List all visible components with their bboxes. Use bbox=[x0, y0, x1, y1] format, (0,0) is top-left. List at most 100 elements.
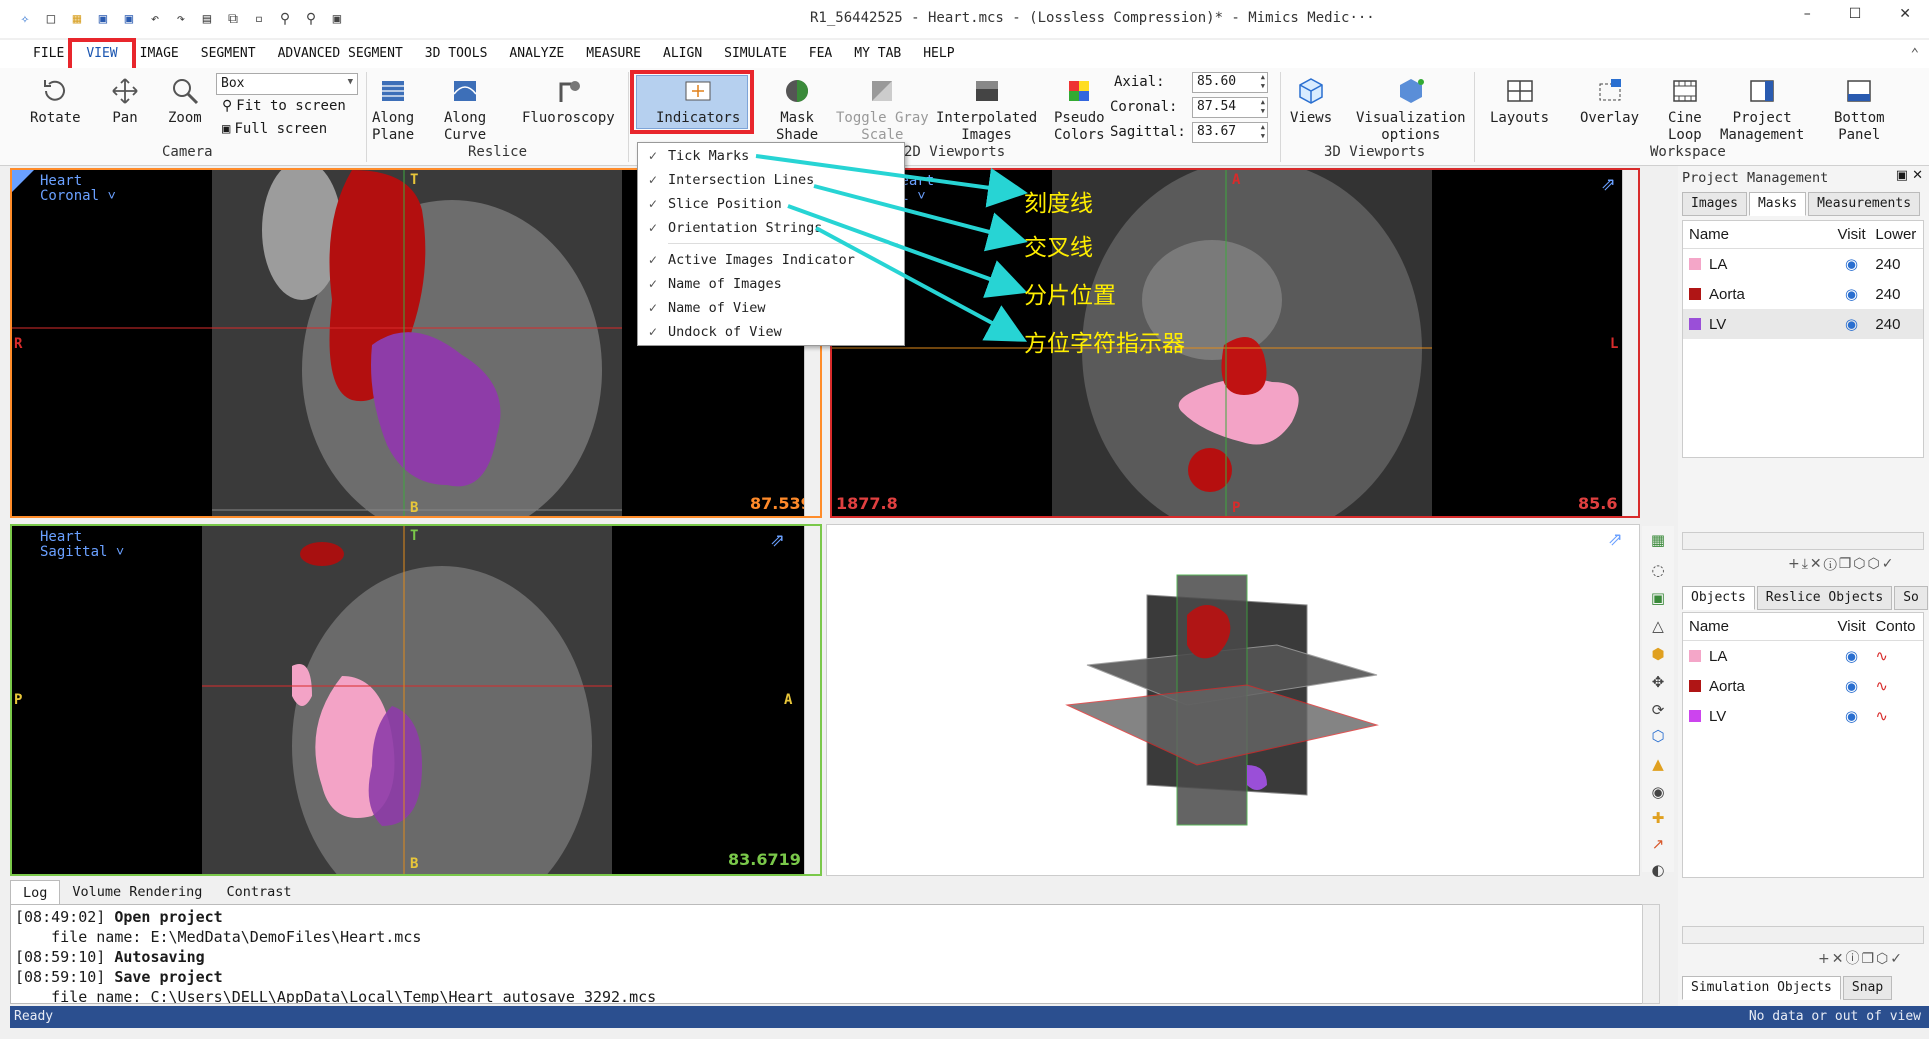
dropdown-item-intersection-lines[interactable]: ✓ Intersection Lines bbox=[638, 169, 904, 191]
menu-fea[interactable]: FEA bbox=[798, 40, 843, 68]
eye-icon[interactable]: ◉ bbox=[1832, 677, 1872, 695]
save-as-icon[interactable]: ▣ bbox=[118, 8, 140, 30]
spin-arrows-icon[interactable]: ▲ ▼ bbox=[1261, 98, 1265, 116]
mask-color-swatch[interactable] bbox=[1689, 258, 1701, 270]
menu-image[interactable]: IMAGE bbox=[129, 40, 190, 68]
table-row[interactable]: LA ◉ 240 bbox=[1683, 249, 1923, 279]
panel-pin-close-icons[interactable]: ▣ ✕ bbox=[1896, 168, 1923, 183]
menu-simulate[interactable]: SIMULATE bbox=[713, 40, 798, 68]
interpolated-images-button[interactable]: Interpolated Images bbox=[936, 76, 1037, 144]
rotate-button[interactable]: Rotate bbox=[30, 76, 81, 127]
table-row[interactable]: LV ◉ ∿ bbox=[1683, 701, 1923, 731]
dropdown-item-slice-position[interactable]: ✓ Slice Position bbox=[638, 193, 904, 215]
redo-icon[interactable]: ↷ bbox=[170, 8, 192, 30]
tab-simulation-objects[interactable]: Simulation Objects bbox=[1682, 976, 1841, 1000]
tab-so[interactable]: So bbox=[1894, 586, 1928, 610]
screenshot-icon[interactable]: ▣ bbox=[326, 8, 348, 30]
tab-masks[interactable]: Masks bbox=[1748, 192, 1807, 216]
dropdown-item-orientation-strings[interactable]: ✓ Orientation Strings bbox=[638, 217, 904, 239]
axial-input[interactable]: 85.60 ▲ ▼ bbox=[1192, 72, 1268, 93]
axial-viewport[interactable]: Heart al ˅ A P L 1877.8 85.6 ⇗ bbox=[830, 168, 1640, 518]
hexagon-icon[interactable]: ⬢ bbox=[1648, 644, 1668, 664]
restore-button[interactable]: ☐ bbox=[1849, 6, 1862, 22]
print-icon[interactable]: ▤ bbox=[196, 8, 218, 30]
menu-advanced-segment[interactable]: ADVANCED SEGMENT bbox=[267, 40, 414, 68]
sagittal-scrollbar[interactable] bbox=[804, 526, 820, 874]
masks-toolbar[interactable]: +⤓✕ⓘ❐⬡⬡✓ bbox=[1788, 556, 1895, 572]
eye-icon[interactable]: ◉ bbox=[1832, 285, 1872, 303]
sagittal-view-label[interactable]: Heart Sagittal ˅ bbox=[40, 530, 124, 560]
magnify-icon[interactable]: ⚲ bbox=[274, 8, 296, 30]
eye-icon[interactable]: ◉ bbox=[1648, 782, 1668, 802]
axis-arrows-icon[interactable]: ↗ bbox=[1648, 834, 1668, 854]
object-color-swatch[interactable] bbox=[1689, 650, 1701, 662]
eye-icon[interactable]: ◉ bbox=[1832, 255, 1872, 273]
log-panel[interactable]: [08:49:02] Open project file name: E:\Me… bbox=[10, 904, 1660, 1004]
3d-viewport[interactable]: ⇗ bbox=[826, 524, 1640, 876]
menu-3d-tools[interactable]: 3D TOOLS bbox=[414, 40, 499, 68]
sagittal-viewport[interactable]: Heart Sagittal ˅ T B P A 83.6719 ⇗ bbox=[10, 524, 822, 876]
contour-icon[interactable]: ∿ bbox=[1871, 707, 1923, 725]
undock-view-icon[interactable]: ⇗ bbox=[1608, 529, 1623, 550]
masks-hscrollbar[interactable] bbox=[1682, 532, 1924, 550]
menu-view[interactable]: VIEW bbox=[75, 40, 128, 68]
tab-log[interactable]: Log bbox=[10, 880, 61, 904]
open-folder-icon[interactable]: ▦ bbox=[66, 8, 88, 30]
contour-icon[interactable]: ∿ bbox=[1871, 647, 1923, 665]
zoom-button[interactable]: Zoom bbox=[168, 76, 202, 127]
along-plane-button[interactable]: Along Plane bbox=[372, 76, 414, 144]
toggle-gray-scale-button[interactable]: Toggle Gray Scale bbox=[836, 76, 929, 144]
menu-analyze[interactable]: ANALYZE bbox=[498, 40, 575, 68]
tab-volume-rendering[interactable]: Volume Rendering bbox=[60, 880, 214, 904]
eye-icon[interactable]: ◉ bbox=[1832, 707, 1872, 725]
contour-icon[interactable]: ∿ bbox=[1871, 677, 1923, 695]
eye-icon[interactable]: ◉ bbox=[1832, 647, 1872, 665]
menu-measure[interactable]: MEASURE bbox=[575, 40, 652, 68]
undo-icon[interactable]: ↶ bbox=[144, 8, 166, 30]
dropdown-item-name-of-images[interactable]: ✓ Name of Images bbox=[638, 273, 904, 295]
triangle-icon[interactable]: △ bbox=[1648, 616, 1668, 636]
object-view-icon[interactable]: ▣ bbox=[1648, 588, 1668, 608]
tab-objects[interactable]: Objects bbox=[1682, 586, 1755, 610]
close-button[interactable]: ✕ bbox=[1899, 6, 1911, 22]
overlay-button[interactable]: Overlay bbox=[1580, 76, 1639, 127]
eye-icon[interactable]: ◉ bbox=[1832, 315, 1872, 333]
minimize-button[interactable]: – bbox=[1804, 6, 1811, 22]
table-row[interactable]: LV ◉ 240 bbox=[1683, 309, 1923, 339]
along-curve-button[interactable]: Along Curve bbox=[444, 76, 486, 144]
project-management-button[interactable]: Project Management bbox=[1720, 76, 1804, 144]
mask-shade-button[interactable]: Mask Shade bbox=[776, 76, 818, 144]
save-icon[interactable]: ▣ bbox=[92, 8, 114, 30]
table-row[interactable]: Aorta ◉ 240 bbox=[1683, 279, 1923, 309]
menu-help[interactable]: HELP bbox=[912, 40, 965, 68]
table-row[interactable]: Aorta ◉ ∿ bbox=[1683, 671, 1923, 701]
undock-view-icon[interactable]: ⇗ bbox=[770, 530, 785, 551]
fit-to-screen-button[interactable]: ⚲ Fit to screen bbox=[222, 98, 346, 114]
menu-align[interactable]: ALIGN bbox=[652, 40, 713, 68]
dropdown-item-tick-marks[interactable]: ✓ Tick Marks bbox=[638, 145, 904, 167]
move-icon[interactable]: ✥ bbox=[1648, 672, 1668, 692]
paste-icon[interactable]: ▫ bbox=[248, 8, 270, 30]
spin-arrows-icon[interactable]: ▲ ▼ bbox=[1261, 123, 1265, 141]
menu-segment[interactable]: SEGMENT bbox=[190, 40, 267, 68]
object-color-swatch[interactable] bbox=[1689, 680, 1701, 692]
table-row[interactable]: LA ◉ ∿ bbox=[1683, 641, 1923, 671]
dropdown-item-undock-of-view[interactable]: ✓ Undock of View bbox=[638, 321, 904, 343]
dropdown-item-active-images-indicator[interactable]: ✓ Active Images Indicator bbox=[638, 249, 904, 271]
zoom-reset-icon[interactable]: ⚲ bbox=[300, 8, 322, 30]
cube-view-icon[interactable]: ⬡ bbox=[1648, 726, 1668, 746]
axial-scrollbar[interactable] bbox=[1622, 170, 1638, 516]
pan-button[interactable]: Pan bbox=[110, 76, 140, 127]
rotate-3d-icon[interactable]: ⟳ bbox=[1648, 700, 1668, 720]
fluoroscopy-button[interactable]: Fluoroscopy bbox=[522, 76, 615, 127]
ribbon-collapse-icon[interactable]: ⌃ bbox=[1911, 46, 1919, 62]
menu-file[interactable]: FILE bbox=[22, 40, 75, 68]
views-button[interactable]: Views bbox=[1290, 76, 1332, 127]
tab-images[interactable]: Images bbox=[1682, 192, 1747, 216]
cine-loop-button[interactable]: Cine Loop bbox=[1668, 76, 1702, 144]
grid-icon[interactable]: ▦ bbox=[1648, 530, 1668, 550]
pseudo-colors-button[interactable]: Pseudo Colors bbox=[1054, 76, 1105, 144]
objects-hscrollbar[interactable] bbox=[1682, 926, 1924, 944]
clip-icon[interactable]: ▲ bbox=[1648, 754, 1668, 774]
mask-view-icon[interactable]: ◌ bbox=[1648, 560, 1668, 580]
